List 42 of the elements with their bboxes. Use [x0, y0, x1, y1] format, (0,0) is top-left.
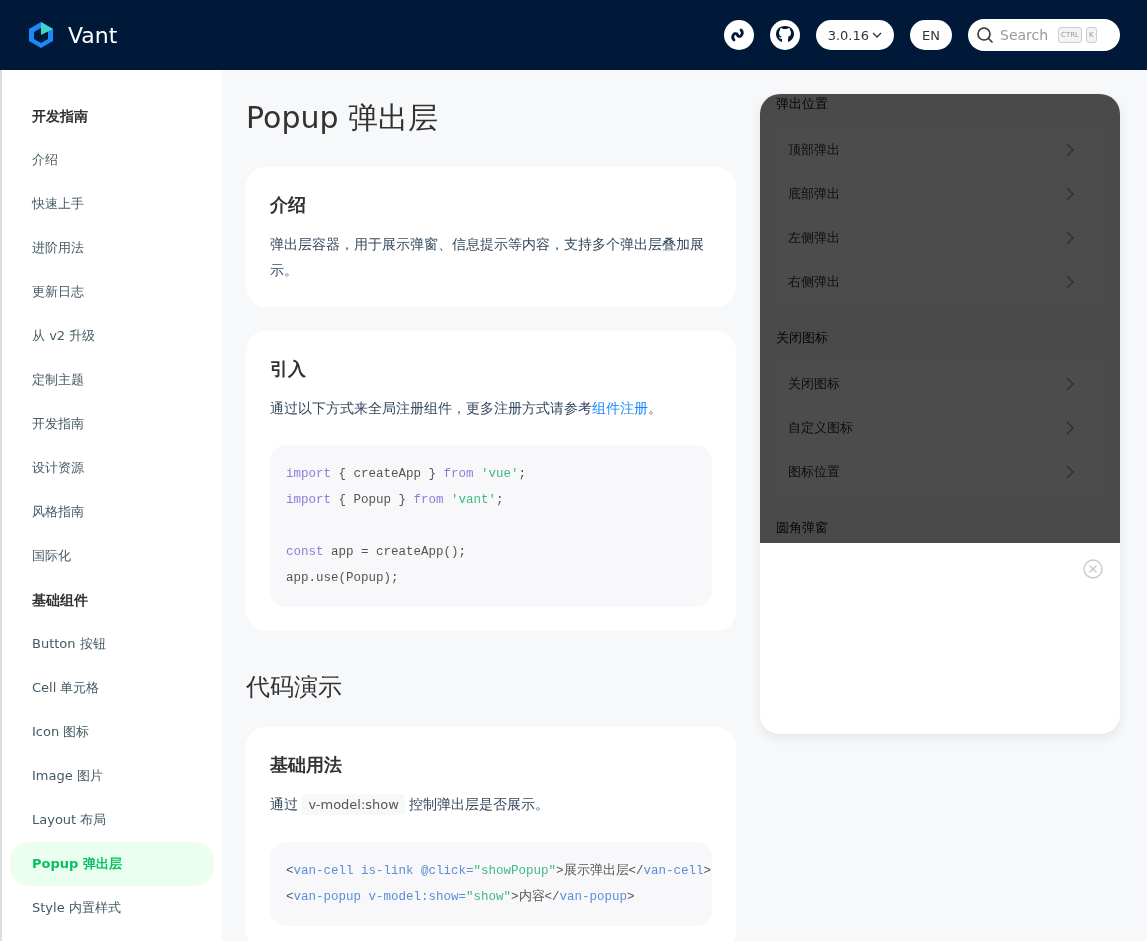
sidebar-item[interactable]: 更新日志: [2, 270, 222, 314]
search-input[interactable]: Search: [998, 26, 1054, 44]
sidebar-item[interactable]: 国际化: [2, 534, 222, 578]
sidebar-item[interactable]: 从 v2 升级: [2, 314, 222, 358]
sidebar-item[interactable]: Icon 图标: [2, 710, 222, 754]
github-icon[interactable]: [769, 20, 800, 50]
paragraph: 通过 v-model:show 控制弹出层是否展示。: [270, 791, 712, 818]
card-title: 基础用法: [270, 753, 343, 777]
sidebar-item[interactable]: 进阶用法: [2, 226, 222, 270]
demo-group-title: 圆角弹窗: [776, 519, 829, 537]
demo-group-title: 关闭图标: [776, 329, 829, 347]
link[interactable]: 组件注册: [592, 400, 648, 416]
sidebar-item[interactable]: Button 按钮: [2, 622, 222, 666]
sidebar-item[interactable]: Cell 单元格: [2, 666, 222, 710]
brand-name[interactable]: Vant: [68, 22, 118, 48]
inline-code: v-model:show: [302, 794, 405, 815]
version-dropdown[interactable]: 3.0.16: [815, 20, 895, 50]
section-heading: 代码演示: [246, 672, 343, 703]
page-title: Popup 弹出层: [246, 99, 439, 137]
language-button[interactable]: EN: [910, 20, 952, 50]
sidebar-item[interactable]: Image 图片: [2, 754, 222, 798]
sidebar-item[interactable]: Layout 布局: [2, 798, 222, 842]
demo-group-title: 弹出位置: [776, 95, 829, 113]
sidebar-item[interactable]: 开发指南: [2, 402, 222, 446]
sidebar-item[interactable]: 风格指南: [2, 490, 222, 534]
code-block: import { createApp } from 'vue'; import { Popup } from 'vant'; const app = createApp(); app.use(Popup);: [270, 445, 712, 607]
code-block: <van-cell is-link @click="showPopup">展示弹出层</van-cell> <van-popup v-model:show="show">内容</van-popup>: [270, 842, 712, 926]
sidebar-item[interactable]: Style 内置样式: [2, 886, 222, 930]
card-title: 引入: [270, 357, 307, 381]
sidebar-item[interactable]: 定制主题: [2, 358, 222, 402]
chevron-down-icon: [872, 31, 883, 39]
paragraph: 通过以下方式来全局注册组件，更多注册方式请参考组件注册。: [270, 399, 663, 418]
paragraph: 弹出层容器，用于展示弹窗、信息提示等内容，支持多个弹出层叠加展示。: [270, 235, 705, 280]
sidebar-item[interactable]: 设计资源: [2, 446, 222, 490]
sidebar-group-title: 基础组件: [31, 591, 89, 610]
link-icon[interactable]: [723, 20, 754, 50]
card-title: 介绍: [270, 193, 307, 217]
sidebar-group-title: 开发指南: [31, 107, 89, 126]
search-icon: [976, 26, 994, 44]
logo-icon: [28, 21, 54, 49]
sidebar-item[interactable]: 介绍: [2, 138, 222, 182]
sidebar-item[interactable]: 快速上手: [2, 182, 222, 226]
